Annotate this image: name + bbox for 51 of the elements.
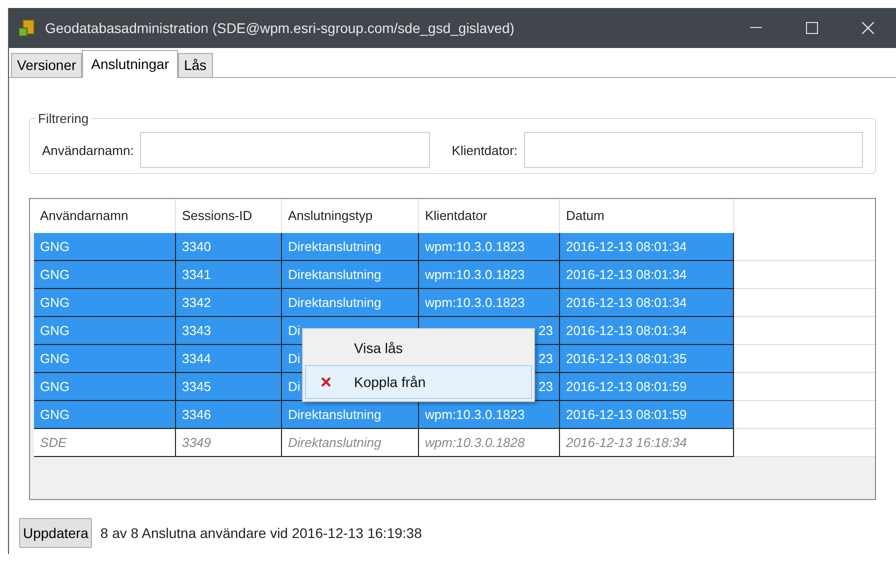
table-cell: 2016-12-13 08:01:34 xyxy=(560,289,734,317)
refresh-button[interactable]: Uppdatera xyxy=(19,518,92,548)
table-cell: GNG xyxy=(34,261,176,289)
table-cell: wpm:10.3.0.1823 xyxy=(419,401,560,429)
table-cell: 3346 xyxy=(176,401,282,429)
text-field[interactable] xyxy=(140,132,430,168)
table-cell: 2016-12-13 08:01:59 xyxy=(560,373,734,401)
table-cell: 3341 xyxy=(176,261,282,289)
table-cell: Direktanslutning xyxy=(282,289,419,317)
table-cell: Direktanslutning xyxy=(282,429,419,457)
table-cell: GNG xyxy=(34,345,176,373)
table-cell: 2016-12-13 08:01:35 xyxy=(560,345,734,373)
table-cell: 3343 xyxy=(176,317,282,345)
tab[interactable]: Versioner xyxy=(11,53,82,77)
close-icon xyxy=(321,377,331,387)
table-cell: GNG xyxy=(34,289,176,317)
minimize-icon xyxy=(750,27,762,29)
table-cell: GNG xyxy=(34,233,176,261)
table-row[interactable]: SDE 3349 Direktanslutning wpm:10.3.0.1828 2016-12-13 16:18:34 xyxy=(30,429,875,457)
table-cell: wpm:10.3.0.1823 xyxy=(419,261,560,289)
table-cell: GNG xyxy=(34,373,176,401)
table-cell: 2016-12-13 16:18:34 xyxy=(560,429,734,457)
table-cell: Direktanslutning xyxy=(282,233,419,261)
table-cell: wpm:10.3.0.1823 xyxy=(419,289,560,317)
table-cell: 3344 xyxy=(176,345,282,373)
window-title: Geodatabasadministration (SDE@wpm.esri-sgroup.com/sde_gsd_gislaved) xyxy=(45,18,514,38)
table-cell: GNG xyxy=(34,317,176,345)
close-icon xyxy=(862,22,874,34)
table-cell: 3340 xyxy=(176,233,282,261)
field-label: Användarnamn: xyxy=(42,142,134,160)
menu-item[interactable]: Koppla från xyxy=(305,365,532,399)
status-text: 8 av 8 Anslutna användare vid 2016-12-13 16:19:38 xyxy=(100,524,422,542)
table-cell: wpm:10.3.0.1828 xyxy=(419,429,560,457)
table-cell: 2016-12-13 08:01:34 xyxy=(560,261,734,289)
maximize-icon xyxy=(806,22,818,34)
table-cell: 3349 xyxy=(176,429,282,457)
table-cell: 3345 xyxy=(176,373,282,401)
table-cell: 3342 xyxy=(176,289,282,317)
field-label: Klientdator: xyxy=(452,142,518,160)
text-field[interactable] xyxy=(524,132,863,168)
table-cell: 2016-12-13 08:01:34 xyxy=(560,317,734,345)
table-cell: wpm:10.3.0.1823 xyxy=(419,233,560,261)
tab[interactable]: Lås xyxy=(178,53,213,77)
table-cell: SDE xyxy=(34,429,176,457)
table-cell: GNG xyxy=(34,401,176,429)
table-cell: Direktanslutning xyxy=(282,261,419,289)
database-icon xyxy=(17,18,37,38)
table-cell: 2016-12-13 08:01:34 xyxy=(560,233,734,261)
table-cell: 2016-12-13 08:01:59 xyxy=(560,401,734,429)
tab[interactable]: Anslutningar xyxy=(82,50,178,78)
table-cell: Direktanslutning xyxy=(282,401,419,429)
